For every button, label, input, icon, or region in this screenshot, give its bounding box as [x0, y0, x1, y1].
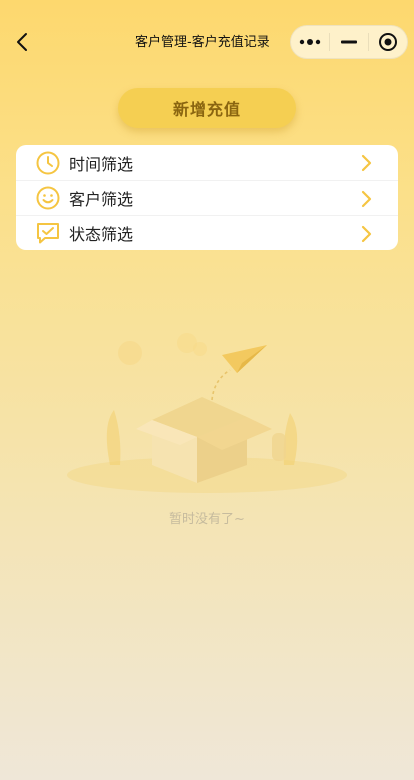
filter-list: 时间筛选 客户筛选 状态筛选 [16, 145, 398, 250]
chevron-right-icon [361, 225, 372, 243]
smiley-icon [36, 186, 60, 210]
close-button[interactable] [369, 26, 407, 58]
minimize-icon [341, 40, 357, 44]
minimize-button[interactable] [330, 26, 368, 58]
chat-check-icon [36, 221, 60, 245]
chevron-right-icon [361, 154, 372, 172]
nav-bar: 客户管理-客户充值记录 [0, 0, 414, 84]
back-button[interactable] [10, 30, 34, 54]
filter-item-status[interactable]: 状态筛选 [16, 215, 398, 250]
chevron-left-icon [17, 33, 27, 51]
clock-icon [36, 151, 60, 175]
empty-state-message: 暂时没有了~ [169, 512, 245, 527]
filter-label: 客户筛选 [69, 190, 134, 209]
chevron-right-icon [361, 190, 372, 208]
filter-label: 时间筛选 [69, 154, 134, 174]
more-dots-icon [299, 39, 321, 45]
filter-label: 状态筛选 [69, 225, 134, 244]
add-recharge-button[interactable]: 新增充值 [118, 88, 296, 128]
mini-program-capsule [290, 25, 408, 59]
page-title: 客户管理-客户充值记录 [135, 35, 270, 50]
empty-box-illustration [67, 333, 347, 493]
filter-item-customer[interactable]: 客户筛选 [16, 180, 398, 215]
filter-item-time[interactable]: 时间筛选 [16, 145, 398, 180]
target-close-icon [379, 33, 397, 51]
more-button[interactable] [291, 26, 329, 58]
